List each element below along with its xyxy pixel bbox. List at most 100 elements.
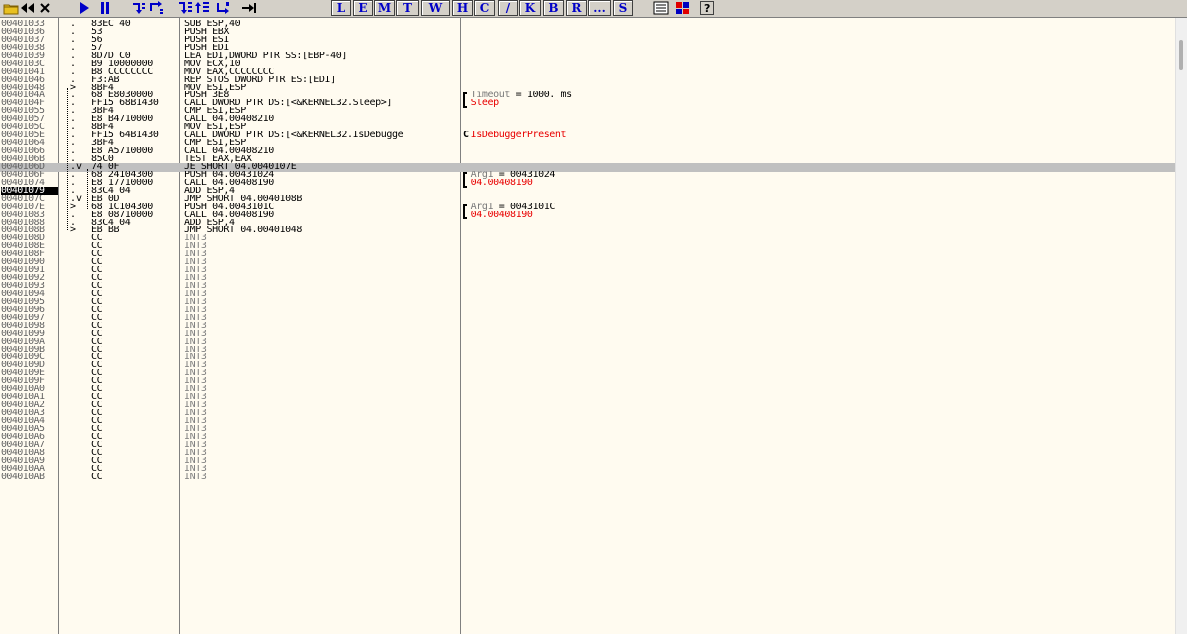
disasm-row[interactable]: 0040109B CC INT3 [0,346,1175,354]
disasm-row[interactable]: 0040107E>68 1C104300PUSH 04.0043101C┌Arg… [0,203,1175,211]
disasm-row[interactable]: 00401041. B8 CCCCCCCC MOV EAX,CCCCCCCC [0,68,1175,76]
row-disassembly: INT3 [184,329,207,338]
disasm-row[interactable]: 004010AB CC INT3 [0,473,1175,481]
disasm-row[interactable]: 00401098 CC INT3 [0,322,1175,330]
disasm-row[interactable]: 00401099 CC INT3 [0,330,1175,338]
disasm-row[interactable]: 00401039. 8D7D C0 LEA EDI,DWORD PTR SS:[EB… [0,52,1175,60]
window-button-7[interactable]: / [498,0,518,16]
disasm-row[interactable]: 00401038. 57 PUSH EDI [0,44,1175,52]
disasm-row[interactable]: 004010A1 CC INT3 [0,393,1175,401]
disasm-row[interactable]: 0040106B. 85C0 TEST EAX,EAX [0,155,1175,163]
disasm-row[interactable]: 0040108F CC INT3 [0,250,1175,258]
execute-till-return-button[interactable] [214,0,232,15]
window-button-2[interactable]: M [374,0,395,16]
disasm-row[interactable]: 00401036. 53 PUSH EBX [0,28,1175,36]
disasm-row[interactable]: 00401057. E8 B4710000 CALL 04.00408210 [0,115,1175,123]
window-button-3[interactable]: T [396,0,419,16]
window-button-5[interactable]: H [452,0,473,16]
disasm-row[interactable]: 0040109A CC INT3 [0,338,1175,346]
disasm-row[interactable]: 004010A4 CC INT3 [0,417,1175,425]
trace-over-button[interactable] [194,0,212,15]
disasm-row[interactable]: 00401094 CC INT3 [0,290,1175,298]
disasm-row[interactable]: 00401055. 3BF4 CMP ESI,ESP [0,107,1175,115]
trace-into-button[interactable] [176,0,194,15]
disasm-row[interactable]: 004010A8 CC INT3 [0,449,1175,457]
disasm-row[interactable]: 00401064. 3BF4 CMP ESI,ESP [0,139,1175,147]
disasm-row[interactable]: 004010A6 CC INT3 [0,433,1175,441]
disasm-row[interactable]: 00401091 CC INT3 [0,266,1175,274]
disasm-row[interactable]: 004010A0 CC INT3 [0,385,1175,393]
disasm-row[interactable]: 00401095 CC INT3 [0,298,1175,306]
list-button[interactable] [652,0,670,15]
row-disassembly: INT3 [184,337,207,346]
row-hex-dump: CC [91,353,103,362]
disasm-row[interactable]: 0040104A. 68 E8030000 PUSH 3E8 ┌Timeout = 1… [0,91,1175,99]
run-button[interactable] [75,0,93,15]
disasm-row[interactable]: 00401097 CC INT3 [0,314,1175,322]
disasm-row[interactable]: 00401088. 83C4 04 ADD ESP,4 [0,219,1175,227]
disasm-row[interactable]: 004010A5 CC INT3 [0,425,1175,433]
disasm-row[interactable]: 0040105E. FF15 64B1430 CALL DWORD PTR DS:[… [0,131,1175,139]
disasm-row[interactable]: 004010AA CC INT3 [0,465,1175,473]
window-button-4[interactable]: W [421,0,450,16]
comment-api-name: Sleep [470,99,500,108]
disasm-row[interactable]: 00401090 CC INT3 [0,258,1175,266]
window-button-1[interactable]: E [353,0,373,16]
disasm-row[interactable]: 00401037. 56 PUSH ESI [0,36,1175,44]
row-address: 00401088 [1,218,45,227]
disasm-row[interactable]: 00401048 >8BF4 MOV ESI,ESP [0,84,1175,92]
row-disassembly: INT3 [184,401,207,410]
disasm-row[interactable]: 0040108D CC INT3 [0,234,1175,242]
row-address: 0040106B [1,154,45,163]
disasm-row[interactable]: 0040109D CC INT3 [0,361,1175,369]
window-button-8[interactable]: K [519,0,541,16]
disasm-row[interactable]: 00401033. 83EC 40 SUB ESP,40 [0,20,1175,28]
row-hex-dump: 83C4 04 [91,186,131,195]
window-button-10[interactable]: R [566,0,587,16]
disasm-row[interactable]: 004010A7 CC INT3 [0,441,1175,449]
window-button-6[interactable]: C [474,0,495,16]
close-button[interactable] [36,0,54,15]
disasm-row[interactable]: 00401079. 83C4 04 ADD ESP,4 [0,186,1175,195]
scrollbar-thumb[interactable] [1179,40,1183,70]
row-address: 00401095 [1,297,45,306]
disasm-row[interactable]: 0040106F.68 24104300PUSH 04.00431024┌Arg… [0,171,1175,179]
disasm-row[interactable]: 0040105C. 8BF4 MOV ESI,ESP [0,123,1175,131]
disasm-row[interactable]: 0040109C CC INT3 [0,353,1175,361]
comment-bracket: C [463,131,469,140]
help-button[interactable]: ? [698,0,716,15]
go-to-icon [241,1,257,15]
disassembly-pane[interactable]: 00401033. 83EC 40 SUB ESP,40 00401036. 53 PUS… [0,18,1175,634]
disasm-row[interactable]: 0040108B > EB BB JMP SHORT 04.00401048 [0,226,1175,234]
go-to-button[interactable] [240,0,258,15]
row-address: 0040109D [1,361,45,370]
disasm-row[interactable]: 00401074.E8 17710000CALL 04.00408190└04.… [0,179,1175,187]
restart-button[interactable] [18,0,36,15]
disasm-row[interactable]: 0040103C. B9 10000000 MOV ECX,10 [0,60,1175,68]
disasm-row[interactable]: 00401083. E8 08710000 CALL 04.00408190 └04.… [0,211,1175,219]
vertical-scrollbar[interactable] [1175,18,1187,634]
disasm-row[interactable]: 00401066. E8 A5710000 CALL 04.00408210 [0,147,1175,155]
disasm-row[interactable]: 00401093 CC INT3 [0,282,1175,290]
grid-button[interactable] [674,0,692,15]
disasm-row[interactable]: 00401092 CC INT3 [0,274,1175,282]
disasm-row[interactable]: 004010A9 CC INT3 [0,457,1175,465]
disasm-row[interactable]: 0040104F. FF15 68B1430 CALL DWORD PTR DS:[… [0,99,1175,107]
pause-button[interactable] [96,0,114,15]
window-button-12[interactable]: S [613,0,633,16]
disasm-row[interactable]: 0040109E CC INT3 [0,369,1175,377]
step-into-button[interactable] [130,0,148,15]
disasm-row[interactable]: 00401046. F3:AB REP STOS DWORD PTR ES:[EDI… [0,76,1175,84]
disasm-row[interactable]: 00401096 CC INT3 [0,306,1175,314]
row-disassembly: SUB ESP,40 [184,20,241,28]
disasm-row[interactable]: 0040109F CC INT3 [0,377,1175,385]
window-button-11[interactable]: ... [588,0,611,16]
jump-arrow-line [87,168,89,209]
disasm-row[interactable]: 0040107C .v EB 0D JMP SHORT 04.0040108B [0,195,1175,203]
window-button-0[interactable]: L [331,0,351,16]
disasm-row[interactable]: 004010A2 CC INT3 [0,401,1175,409]
window-button-9[interactable]: B [543,0,564,16]
disasm-row[interactable]: 0040108E CC INT3 [0,242,1175,250]
disasm-row[interactable]: 004010A3 CC INT3 [0,409,1175,417]
step-over-button[interactable] [148,0,166,15]
